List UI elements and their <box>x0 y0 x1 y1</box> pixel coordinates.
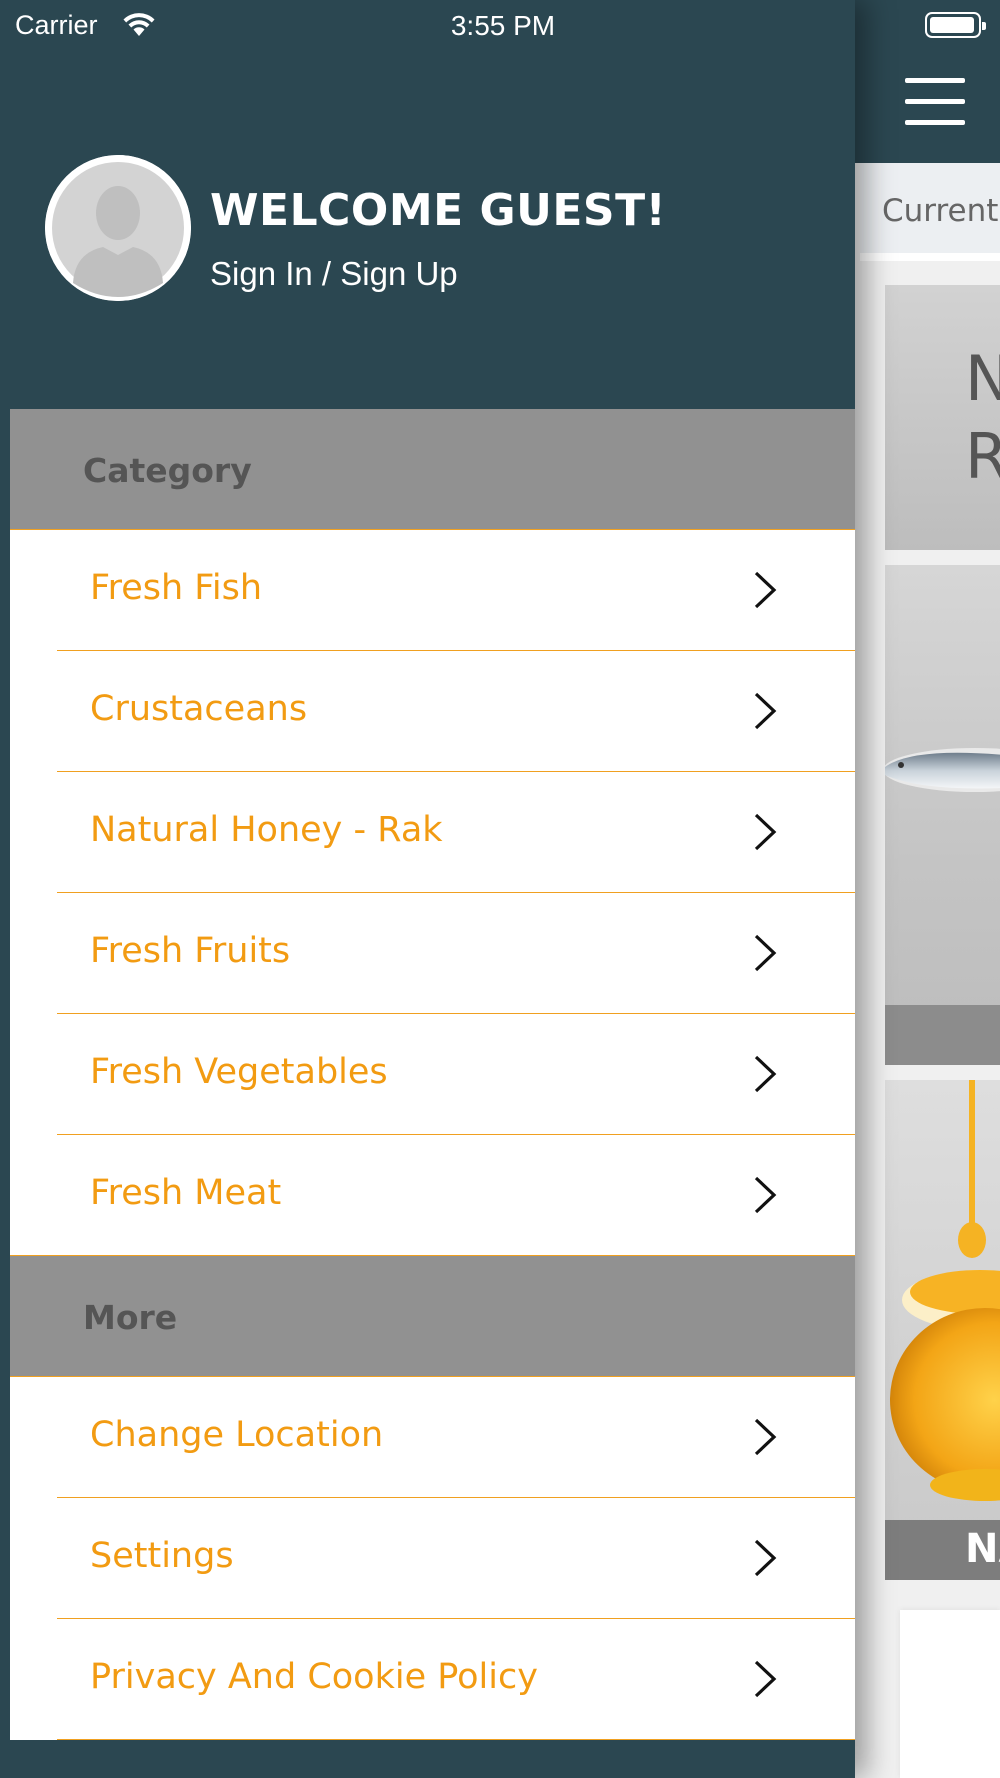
menu-item-change-location[interactable]: Change Location <box>10 1377 855 1498</box>
chevron-right-icon <box>754 813 777 851</box>
fish-category-card[interactable] <box>885 565 1000 1065</box>
section-title: Category <box>83 451 252 490</box>
banner-label-bar: NA <box>885 1520 1000 1580</box>
banner-card[interactable]: N R <box>885 285 1000 550</box>
avatar[interactable] <box>45 155 191 301</box>
chevron-right-icon <box>754 692 777 730</box>
section-header-category: Category <box>10 409 855 530</box>
status-time: 3:55 PM <box>450 10 556 41</box>
chevron-right-icon <box>754 1660 777 1698</box>
chevron-right-icon <box>754 1418 777 1456</box>
menu-item-fresh-fruits[interactable]: Fresh Fruits <box>10 893 855 1014</box>
welcome-title: WELCOME GUEST! <box>210 185 667 236</box>
menu-item-fresh-fish[interactable]: Fresh Fish <box>10 530 855 651</box>
chevron-right-icon <box>754 1176 777 1214</box>
menu-item-label: Natural Honey - Rak <box>90 810 443 850</box>
menu-item-label: Change Location <box>90 1415 384 1455</box>
chevron-right-icon <box>754 571 777 609</box>
menu-item-label: Settings <box>90 1536 234 1576</box>
banner-text: R <box>965 420 1000 493</box>
chevron-right-icon <box>754 934 777 972</box>
menu-item-crustaceans[interactable]: Crustaceans <box>10 651 855 772</box>
fish-image <box>885 748 1000 792</box>
banner-label: NA <box>965 1526 1000 1572</box>
chevron-right-icon <box>754 1539 777 1577</box>
menu-item-label: Fresh Fruits <box>90 931 291 971</box>
menu-item-label: Fresh Vegetables <box>90 1052 388 1092</box>
sign-in-link[interactable]: Sign In / Sign Up <box>210 255 458 293</box>
drawer-menu: Category Fresh Fish Crustaceans Natural … <box>10 409 855 1740</box>
chevron-right-icon <box>754 1055 777 1093</box>
location-bar[interactable]: Current <box>860 163 1000 261</box>
status-bar: Carrier 3:55 PM <box>0 0 1000 50</box>
menu-item-privacy-policy[interactable]: Privacy And Cookie Policy <box>10 1619 855 1740</box>
section-title: More <box>83 1298 178 1337</box>
product-card[interactable] <box>900 1610 1000 1778</box>
menu-item-natural-honey[interactable]: Natural Honey - Rak <box>10 772 855 893</box>
honey-category-card[interactable]: NA <box>885 1080 1000 1580</box>
profile-header: WELCOME GUEST! Sign In / Sign Up <box>0 50 855 410</box>
menu-item-fresh-vegetables[interactable]: Fresh Vegetables <box>10 1014 855 1135</box>
location-label: Current <box>882 193 999 229</box>
user-placeholder-icon <box>45 155 191 301</box>
menu-item-label: Crustaceans <box>90 689 308 729</box>
menu-item-label: Privacy And Cookie Policy <box>90 1657 538 1697</box>
section-header-more: More <box>10 1256 855 1377</box>
menu-icon[interactable] <box>905 78 965 125</box>
banner-text: N <box>965 342 1000 415</box>
menu-item-settings[interactable]: Settings <box>10 1498 855 1619</box>
menu-item-fresh-meat[interactable]: Fresh Meat <box>10 1135 855 1256</box>
side-drawer: WELCOME GUEST! Sign In / Sign Up Categor… <box>0 0 855 1778</box>
menu-item-label: Fresh Fish <box>90 568 263 608</box>
main-screen: Current N R N <box>855 0 1000 1778</box>
banner-label-bar <box>885 1005 1000 1065</box>
honey-pot-image <box>890 1080 1000 1501</box>
menu-item-label: Fresh Meat <box>90 1173 282 1213</box>
